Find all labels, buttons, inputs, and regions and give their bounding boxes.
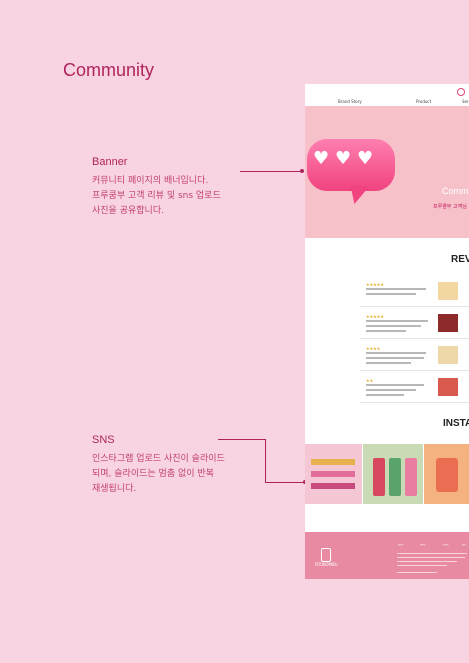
rating-stars: ★★ [366,378,374,383]
reviews-heading: REV [451,254,469,265]
footer-link[interactable]: ━━ [462,543,466,547]
footer-brand: FRUKOMBU [315,562,338,567]
footer-info-line [397,565,447,566]
review-text-line [366,389,416,391]
sns-connector-line-vertical [265,439,266,482]
review-text-line [366,330,406,332]
review-text-line [366,288,426,290]
nav-item-brand-story[interactable]: Brand Story [338,99,362,104]
heart-icon: ♥ [335,148,352,169]
banner-connector-line [240,171,302,172]
nav-item-service[interactable]: Ser [462,99,469,104]
mockup-nav: Brand Story Product Ser [305,84,469,106]
heart-icon: ♥ [357,148,374,169]
rating-stars: ★★★★★ [366,314,384,319]
logo-mark-icon [457,88,465,96]
review-item[interactable]: ★★★★★ [360,280,469,307]
instagram-heading: INSTA [443,418,469,429]
footer-info-line [397,561,457,562]
mockup-footer: ━━━ ━━━ ━━━ ━━ FRUKOMBU [305,532,469,579]
heart-icon: ♥ [313,148,330,169]
review-thumbnail [438,314,458,332]
banner-annotation-description: 커뮤니티 페이지의 배너입니다. 프루쿰부 고객 리뷰 및 sns 업로드 사진… [92,176,221,216]
review-item[interactable]: ★★★★ [360,344,469,371]
footer-link[interactable]: ━━━ [398,543,403,547]
banner-heading: Comm [442,186,469,196]
review-text-line [366,325,421,327]
product-label [311,483,355,489]
instagram-photo [305,444,362,504]
rating-stars: ★★★★★ [366,282,384,287]
review-text-line [366,293,416,295]
speech-bubble-tail [347,186,370,204]
instagram-photo [363,444,423,504]
nav-item-product[interactable]: Product [416,99,431,104]
sns-annotation-title: SNS [92,434,115,446]
sns-annotation-description: 인스타그램 업로드 사진이 슬라이드 되며, 슬라이드는 멈춤 없이 반복 재생… [92,454,225,494]
banner-annotation-title: Banner [92,156,128,168]
review-thumbnail [438,346,458,364]
review-thumbnail [438,282,458,300]
review-text-line [366,394,404,396]
review-text-line [366,357,424,359]
review-thumbnail [438,378,458,396]
website-mockup: Brand Story Product Ser ♥ ♥ ♥ Comm 프루쿰부 … [305,84,469,579]
community-banner: ♥ ♥ ♥ Comm 프루쿰부 고객님 [305,106,469,238]
footer-link[interactable]: ━━━ [443,543,448,547]
footer-link[interactable]: ━━━ [420,543,425,547]
banner-subtext: 프루쿰부 고객님 [433,204,467,210]
footer-info-line [397,557,465,558]
footer-info-line [397,553,467,554]
product-label [311,471,355,477]
review-text-line [366,362,411,364]
bottle-shape [389,458,401,496]
page-title: Community [63,60,155,80]
product-label [311,459,355,465]
sns-connector-line-top [218,439,265,440]
banner-connector-dot [300,169,304,173]
review-item[interactable]: ★★ [360,376,469,403]
rating-stars: ★★★★ [366,346,381,351]
drink-glass [436,458,458,492]
instagram-slider[interactable] [305,444,469,504]
review-text-line [366,320,428,322]
review-item[interactable]: ★★★★★ [360,312,469,339]
review-text-line [366,352,426,354]
bottle-shape [405,458,417,496]
instagram-photo [424,444,469,504]
bottle-shape [373,458,385,496]
review-text-line [366,384,424,386]
sns-connector-line-bottom [265,482,305,483]
footer-logo-icon [321,548,331,562]
footer-copyright-line [397,572,437,573]
